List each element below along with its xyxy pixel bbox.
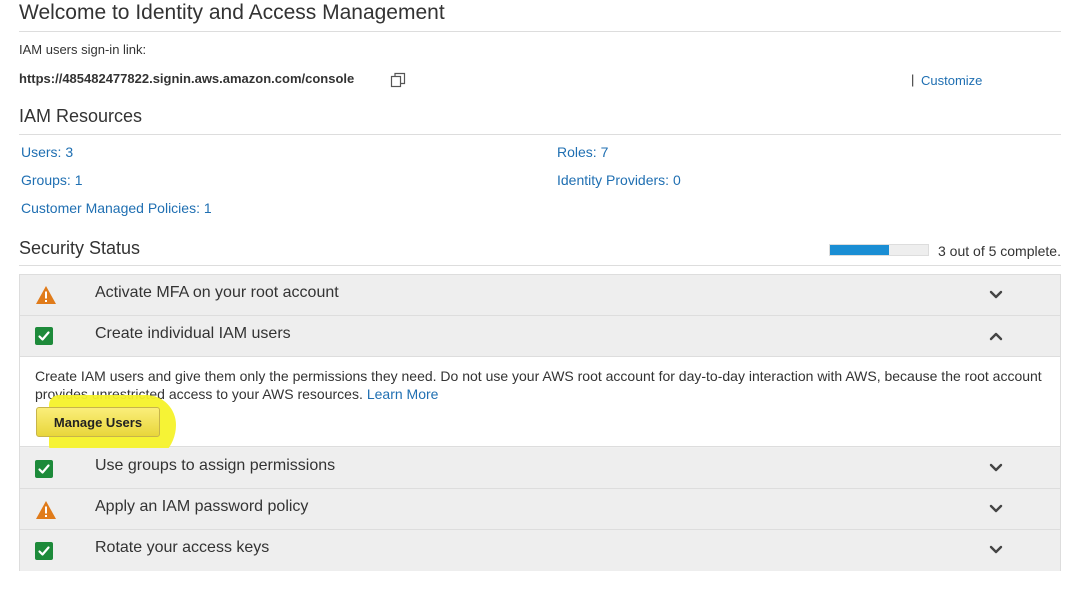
status-item-password-policy[interactable]: Apply an IAM password policy [20,489,1060,530]
copy-icon[interactable] [390,72,406,88]
page-title: Welcome to Identity and Access Managemen… [19,1,445,24]
chevron-down-icon[interactable] [986,285,1006,305]
warning-icon [35,285,57,307]
security-progress-bar [829,244,929,256]
security-divider [19,265,1061,266]
customize-separator: | [911,72,915,87]
chevron-down-icon[interactable] [986,499,1006,519]
status-item-label: Activate MFA on your root account [95,284,339,301]
status-item-label: Use groups to assign permissions [95,457,336,474]
warning-icon [35,500,57,522]
learn-more-link[interactable]: Learn More [367,386,439,402]
roles-count-link[interactable]: Roles: 7 [557,144,608,160]
resources-title: IAM Resources [19,106,143,126]
check-icon [35,460,57,482]
security-progress-text: 3 out of 5 complete. [938,243,1061,259]
signin-url[interactable]: https://485482477822.signin.aws.amazon.c… [19,71,354,86]
chevron-up-icon[interactable] [986,326,1006,346]
signin-label: IAM users sign-in link: [19,42,147,57]
status-item-mfa[interactable]: Activate MFA on your root account [20,275,1060,316]
status-item-access-keys[interactable]: Rotate your access keys [20,530,1060,571]
title-divider [19,31,1061,32]
manage-users-button[interactable]: Manage Users [36,407,160,437]
iam-users-description: Create IAM users and give them only the … [35,367,1050,403]
status-item-label: Create individual IAM users [95,325,291,342]
chevron-down-icon[interactable] [986,458,1006,478]
iam-users-details-panel: Create IAM users and give them only the … [20,357,1060,447]
resources-divider [19,134,1061,135]
chevron-down-icon[interactable] [986,540,1006,560]
status-item-label: Rotate your access keys [95,539,270,556]
status-item-label: Apply an IAM password policy [95,498,309,515]
customer-managed-policies-count-link[interactable]: Customer Managed Policies: 1 [21,200,212,216]
users-count-link[interactable]: Users: 3 [21,144,73,160]
status-item-iam-users[interactable]: Create individual IAM users [20,316,1060,357]
status-item-groups[interactable]: Use groups to assign permissions [20,448,1060,489]
security-progress-fill [830,245,889,255]
check-icon [35,327,57,349]
groups-count-link[interactable]: Groups: 1 [21,172,82,188]
security-status-list: Activate MFA on your root account Create… [19,274,1061,571]
customize-link[interactable]: Customize [921,73,982,88]
iam-users-description-text: Create IAM users and give them only the … [35,368,1042,402]
identity-providers-count-link[interactable]: Identity Providers: 0 [557,172,681,188]
security-status-title: Security Status [19,238,141,258]
check-icon [35,542,57,564]
